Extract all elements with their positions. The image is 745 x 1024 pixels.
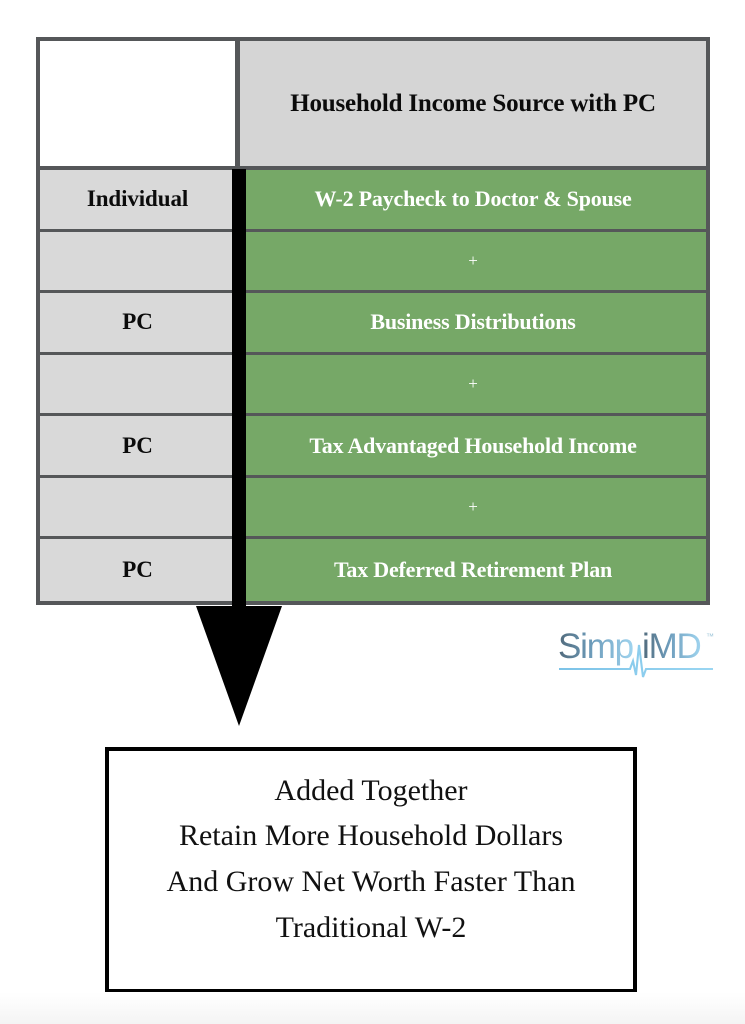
income-source-table: Household Income Source with PC Individu… <box>36 37 710 605</box>
simplimd-wordmark-part-1: Simp <box>558 627 633 666</box>
entity-cell: Individual <box>40 170 240 229</box>
entity-cell <box>40 354 240 414</box>
header-title-line-1: Household Income Source <box>290 89 565 117</box>
table-header-row: Household Income Source with PC <box>40 41 706 170</box>
summary-line-2: Retain More Household Dollars <box>178 819 564 853</box>
plus-operator-cell: + <box>240 231 706 291</box>
summary-line-1: Added Together <box>274 773 468 807</box>
table-row: + <box>40 231 706 294</box>
table-body: Individual W-2 Paycheck to Doctor & Spou… <box>40 170 706 601</box>
table-row: + <box>40 477 706 540</box>
table-row: + <box>40 354 706 417</box>
summary-line-4: Traditional W-2 <box>275 910 467 944</box>
entity-cell: PC <box>40 539 240 601</box>
summary-box: Added Together Retain More Household Dol… <box>105 747 637 993</box>
income-source-cell: Tax Advantaged Household Income <box>240 416 706 475</box>
table-row: PC Tax Advantaged Household Income <box>40 416 706 478</box>
simplimd-logo: Simp iMD ™ <box>558 627 714 678</box>
income-source-cell: W-2 Paycheck to Doctor & Spouse <box>240 170 706 229</box>
entity-cell: PC <box>40 293 240 352</box>
income-source-cell: Business Distributions <box>240 293 706 352</box>
table-header-title-cell: Household Income Source with PC <box>240 41 706 166</box>
entity-cell <box>40 477 240 537</box>
entity-cell <box>40 231 240 291</box>
table-row: PC Tax Deferred Retirement Plan <box>40 539 706 601</box>
summary-line-3: And Grow Net Worth Faster Than <box>166 865 576 898</box>
header-title-line-2: with PC <box>570 89 656 117</box>
plus-operator-cell: + <box>240 354 706 414</box>
table-row: PC Business Distributions <box>40 293 706 355</box>
plus-operator-cell: + <box>240 477 706 537</box>
summary-text: Added Together Retain More Household Dol… <box>159 768 584 972</box>
income-source-cell: Tax Deferred Retirement Plan <box>240 539 706 601</box>
entity-cell: PC <box>40 416 240 475</box>
trademark-symbol: ™ <box>706 632 714 641</box>
simplimd-wordmark-part-2: iMD <box>642 627 701 666</box>
table-header-blank-cell <box>40 41 240 166</box>
table-row: Individual W-2 Paycheck to Doctor & Spou… <box>40 170 706 232</box>
page-bottom-strip <box>0 992 745 1024</box>
